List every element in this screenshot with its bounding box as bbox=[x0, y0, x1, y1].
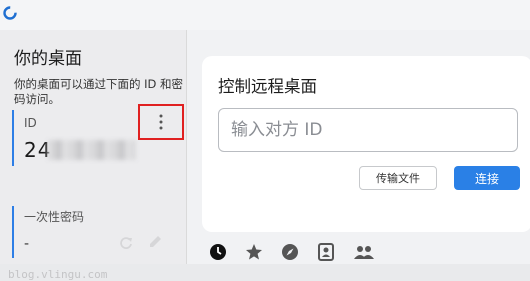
your-desktop-description: 你的桌面可以通过下面的 ID 和密码访问。 bbox=[14, 77, 184, 106]
your-desktop-title: 你的桌面 bbox=[14, 49, 82, 69]
group-icon[interactable] bbox=[353, 243, 375, 261]
watermark-text: blog.vlingu.com bbox=[8, 268, 108, 281]
more-vertical-icon[interactable] bbox=[159, 114, 163, 130]
connect-button[interactable]: 连接 bbox=[454, 166, 520, 190]
otp-value[interactable]: - bbox=[24, 236, 29, 252]
one-time-password-section: 一次性密码 - bbox=[12, 206, 184, 258]
remote-desktop-card: 控制远程桌面 传输文件 连接 bbox=[202, 56, 530, 232]
title-bar bbox=[0, 0, 530, 31]
edit-icon[interactable] bbox=[147, 234, 163, 250]
transfer-file-button[interactable]: 传输文件 bbox=[359, 166, 437, 190]
rustdesk-logo-icon bbox=[3, 6, 17, 20]
your-desktop-panel: 你的桌面 你的桌面可以通过下面的 ID 和密码访问。 ID 24 一次性密码 -… bbox=[0, 30, 187, 281]
peer-tabs bbox=[205, 240, 385, 264]
refresh-icon[interactable] bbox=[119, 236, 133, 250]
id-more-options-highlight[interactable] bbox=[138, 104, 184, 140]
compass-icon[interactable] bbox=[281, 243, 299, 261]
remote-control-panel: 控制远程桌面 传输文件 连接 bbox=[187, 30, 530, 264]
address-book-icon[interactable] bbox=[317, 243, 335, 261]
id-label: ID bbox=[24, 116, 37, 130]
id-redacted-mask bbox=[48, 140, 136, 160]
history-icon[interactable] bbox=[209, 243, 227, 261]
otp-label: 一次性密码 bbox=[24, 210, 85, 224]
remote-id-input[interactable] bbox=[218, 108, 518, 152]
star-icon[interactable] bbox=[245, 243, 263, 261]
remote-desktop-title: 控制远程桌面 bbox=[218, 77, 317, 96]
